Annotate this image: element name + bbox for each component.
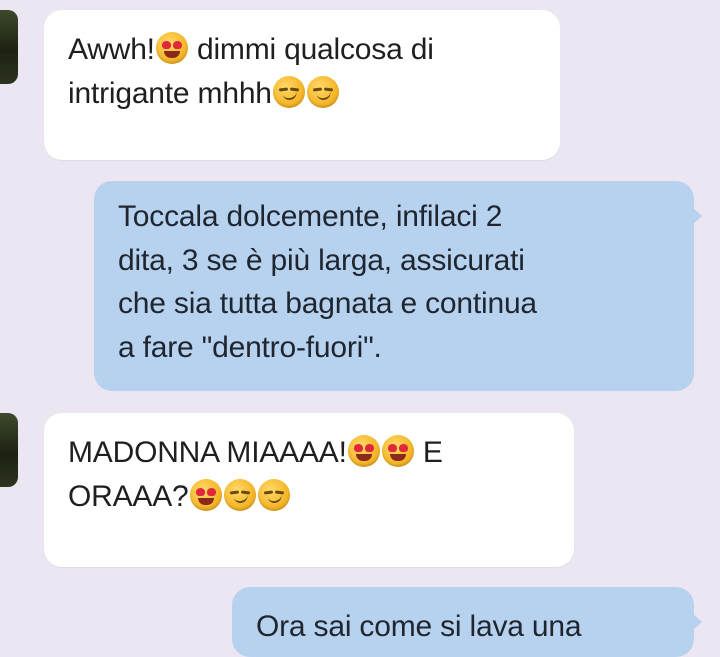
message-line: Toccala dolcemente, infilaci 2 — [118, 195, 672, 239]
message-line: che sia tutta bagnata e continua — [118, 282, 672, 326]
message-text: dimmi qualcosa di — [188, 33, 434, 66]
message-line: ORAAA? — [68, 475, 550, 519]
smirking-face-emoji-icon — [257, 478, 290, 511]
smirking-face-emoji-icon — [223, 478, 256, 511]
message-text: ORAAA? — [68, 479, 189, 513]
message-line: MADONNA MIAAAA! E — [68, 431, 550, 475]
message-text: E — [414, 436, 443, 469]
message-text: Awwh! — [68, 33, 155, 66]
message-line: intrigante mhhh — [68, 72, 536, 116]
message-text: Ora sai come si lava una — [256, 610, 582, 643]
message-text: Toccala dolcemente, infilaci 2 — [118, 200, 503, 233]
contact-avatar[interactable] — [0, 413, 18, 487]
message-received: MADONNA MIAAAA! E ORAAA? — [44, 413, 574, 567]
message-text: che sia tutta bagnata e continua — [118, 287, 537, 320]
heart-eyes-emoji-icon — [381, 435, 414, 467]
message-line: Awwh! dimmi qualcosa di — [68, 28, 536, 72]
chat-thread: Awwh! dimmi qualcosa di intrigante mhhh T… — [0, 0, 720, 657]
heart-eyes-emoji-icon — [189, 478, 222, 511]
message-line: Ora sai come si lava una — [256, 605, 672, 649]
smirking-face-emoji-icon — [306, 75, 339, 108]
message-sent: Ora sai come si lava una — [232, 587, 702, 657]
heart-eyes-emoji-icon — [347, 435, 380, 467]
message-text: intrigante mhhh — [68, 76, 272, 110]
message-text: a fare "dentro-fuori". — [118, 330, 382, 364]
heart-eyes-emoji-icon — [155, 32, 188, 64]
message-text: MADONNA MIAAAA! — [68, 436, 347, 469]
message-line: a fare "dentro-fuori". — [118, 326, 672, 370]
message-line: dita, 3 se è più larga, assicurati — [118, 239, 672, 283]
message-sent: Toccala dolcemente, infilaci 2 dita, 3 se… — [94, 181, 702, 391]
smirking-face-emoji-icon — [272, 75, 305, 108]
message-text: dita, 3 se è più larga, assicurati — [118, 243, 525, 277]
contact-avatar[interactable] — [0, 10, 18, 84]
message-received: Awwh! dimmi qualcosa di intrigante mhhh — [44, 10, 560, 160]
